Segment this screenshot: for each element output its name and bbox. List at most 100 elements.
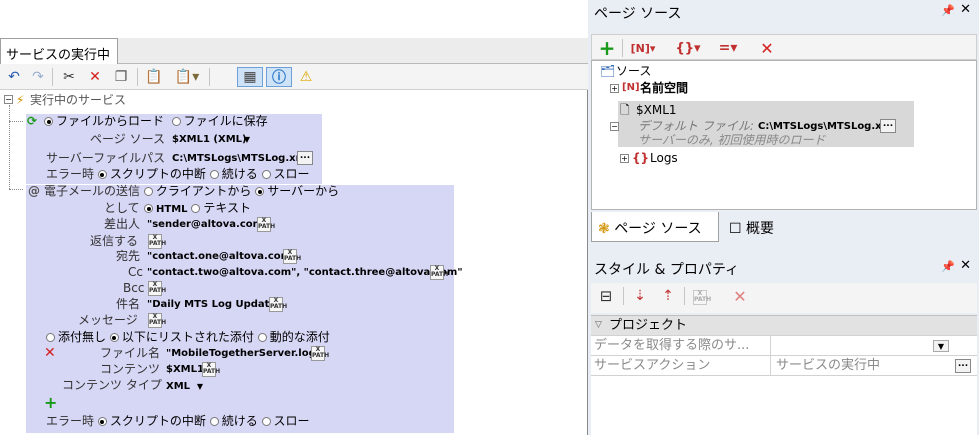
close-icon[interactable]: ✕ [960, 258, 971, 273]
add-json-icon[interactable]: {}▾ [668, 38, 708, 58]
radio-email-continue[interactable] [209, 417, 219, 426]
subject-value[interactable]: "Daily MTS Log Update" [147, 297, 281, 313]
server-path-value[interactable]: C:\MTSLogs\MTSLog.xml [172, 151, 309, 167]
action-tree: − ⚡ 実行中のサービス ⟳ ファイルからロード ファイルに保存 ページ ソース… [0, 91, 588, 435]
default-file-browse-button[interactable]: ... [880, 119, 896, 133]
delete-icon[interactable]: ✕ [84, 67, 106, 87]
property-row[interactable]: サービスアクション サービスの実行中 ... [591, 356, 977, 376]
section-project[interactable]: ▽ プロジェクト [591, 316, 977, 336]
content-value[interactable]: $XML1 [166, 362, 204, 378]
radio-save-file[interactable] [171, 117, 181, 126]
email-err-opt1: スクリプトの中断 [109, 414, 206, 428]
opt-html: HTML [156, 204, 188, 215]
server-path-browse-button[interactable]: ... [297, 151, 313, 165]
radio-load-file[interactable] [44, 117, 53, 126]
xpath-subject-button[interactable]: X PATH [269, 297, 287, 312]
move-down-icon[interactable]: ⇣ [629, 286, 651, 306]
email-error-label: エラー時 [46, 414, 95, 428]
xpath-filename-button[interactable]: X PATH [311, 346, 329, 361]
message-label: メッセージ [78, 313, 138, 327]
logs-label[interactable]: Logs [650, 150, 678, 166]
email-mode-row: 電子メールの送信 クライアントから サーバーから [44, 183, 339, 199]
radio-html[interactable] [144, 204, 153, 213]
xpath-from-button[interactable]: X PATH [257, 217, 275, 232]
tab-overview[interactable]: ☐ 概要 [723, 212, 803, 242]
tree-connector [9, 189, 23, 190]
email-error-row: エラー時 スクリプトの中断 続ける スロー [46, 413, 310, 429]
from-value[interactable]: "sender@altova.com" [147, 217, 268, 233]
copy-icon[interactable]: ❐ [110, 67, 132, 87]
move-up-icon[interactable]: ⇡ [657, 286, 679, 306]
subject-label: 件名 [116, 297, 141, 311]
radio-text[interactable] [191, 204, 201, 213]
grid-view-icon[interactable]: ▦ [237, 67, 263, 87]
property-value[interactable] [773, 336, 953, 355]
paste-special-icon[interactable]: 📋▾ [170, 67, 204, 87]
page-source-value[interactable]: $XML1 (XML) [172, 132, 247, 148]
radio-load-continue[interactable] [209, 170, 219, 179]
radio-email-server[interactable] [255, 187, 265, 196]
property-dropdown[interactable]: ▼ [933, 340, 949, 352]
service-editor: サービスの実行中 ↶ ↷ ✂ ✕ ❐ 📋 📋▾ ▦ ⓘ ⚠ − ⚡ 実行中のサー… [0, 0, 588, 435]
remove-attachment-icon[interactable]: ✕ [44, 345, 56, 361]
expander-logs[interactable]: + [620, 154, 629, 163]
pin-icon[interactable]: 📌 [941, 4, 955, 17]
property-row[interactable]: データを取得する際のサ... ▼ [591, 336, 977, 356]
add-attachment-icon[interactable]: + [44, 395, 57, 411]
styles-toolbar: ⊟ ⇣ ⇡ X PATH ✕ [591, 283, 977, 313]
load-note: サーバーのみ, 初回使用時のロード [638, 133, 826, 147]
filename-value[interactable]: "MobileTogetherServer.log" [166, 346, 321, 362]
section-project-label: プロジェクト [609, 318, 688, 333]
property-browse-button[interactable]: ... [955, 359, 971, 373]
content-type-label: コンテンツ タイプ [62, 378, 162, 392]
tab-overview-label: 概要 [746, 221, 775, 237]
paste-icon[interactable]: 📋 [143, 67, 165, 87]
radio-email-client[interactable] [143, 187, 153, 196]
xml1-label[interactable]: $XML1 [636, 102, 677, 118]
redo-icon[interactable]: ↷ [28, 67, 48, 87]
radio-email-throw[interactable] [261, 417, 271, 426]
expander-xml1[interactable]: − [610, 122, 619, 131]
cc-value[interactable]: "contact.two@altova.com", "contact.three… [147, 265, 463, 281]
expander-namespaces[interactable]: + [610, 84, 619, 93]
expander-root[interactable]: − [4, 95, 13, 104]
xpath-disabled-button[interactable]: X PATH [693, 290, 711, 305]
radio-att-list[interactable] [109, 333, 119, 342]
radio-load-abort[interactable] [97, 170, 107, 179]
undo-icon[interactable]: ↶ [4, 67, 24, 87]
close-icon[interactable]: ✕ [960, 2, 971, 17]
add-node-icon[interactable]: [N]▾ [628, 38, 658, 58]
radio-email-abort[interactable] [97, 417, 107, 426]
add-icon[interactable]: + [598, 36, 616, 60]
warning-icon[interactable]: ⚠ [295, 67, 317, 87]
xpath-content-button[interactable]: X PATH [202, 362, 220, 377]
radio-att-none[interactable] [46, 333, 55, 342]
property-value[interactable]: サービスの実行中 [773, 356, 953, 375]
cc-label: Cc [128, 265, 143, 279]
content-type-dropdown[interactable]: ▼ [192, 381, 208, 393]
xpath-message-button[interactable]: X PATH [148, 313, 166, 328]
xpath-to-button[interactable]: X PATH [283, 249, 301, 264]
xpath-bcc-button[interactable]: X PATH [148, 281, 166, 296]
add-value-icon[interactable]: =▾ [712, 38, 744, 58]
clear-icon[interactable]: ✕ [729, 286, 751, 306]
to-value[interactable]: "contact.one@altova.com" [147, 249, 296, 265]
content-type-value[interactable]: XML [166, 379, 190, 395]
page-source-dropdown[interactable]: ▼ [239, 134, 255, 146]
radio-att-dynamic[interactable] [257, 333, 267, 342]
opt-save-label: ファイルに保存 [183, 114, 268, 128]
page-source-tab-icon: ❃ [598, 221, 610, 237]
xpath-cc-button[interactable]: X PATH [430, 265, 448, 280]
tab-page-source[interactable]: ❃ ページ ソース [591, 212, 719, 242]
structure-icon[interactable]: ⊟ [595, 286, 617, 306]
pin-icon[interactable]: 📌 [941, 260, 955, 273]
radio-load-throw[interactable] [261, 170, 271, 179]
page-source-label: ページ ソース [90, 132, 165, 146]
email-label: 電子メールの送信 [44, 184, 141, 198]
cut-icon[interactable]: ✂ [58, 67, 80, 87]
xpath-reply-button[interactable]: X PATH [148, 234, 166, 249]
delete-source-icon[interactable]: ✕ [756, 38, 778, 58]
tab-running-service[interactable]: サービスの実行中 [0, 38, 118, 65]
info-icon[interactable]: ⓘ [266, 67, 292, 87]
property-name: データを取得する際のサ... [591, 336, 771, 355]
